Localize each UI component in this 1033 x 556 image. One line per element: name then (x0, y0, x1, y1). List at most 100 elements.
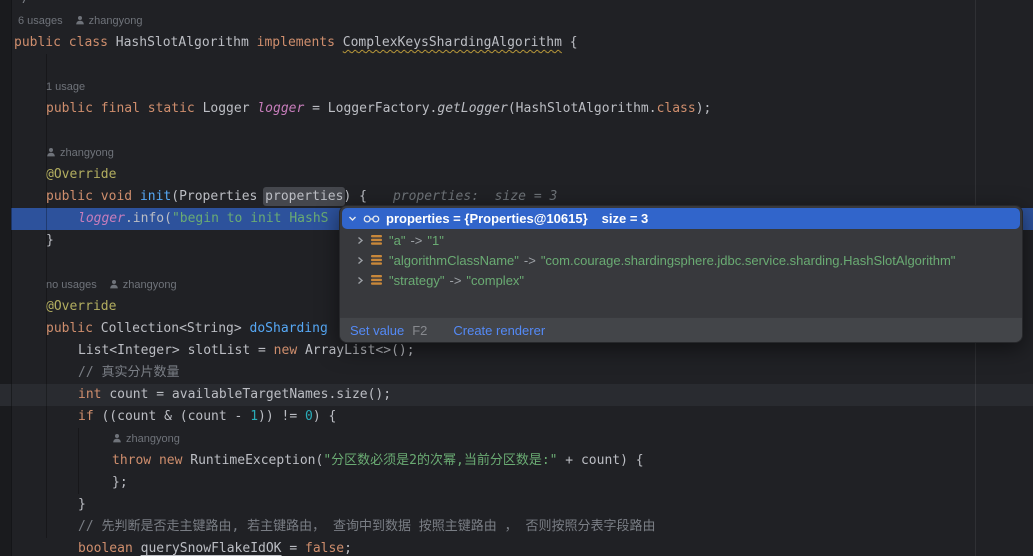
code-line[interactable]: // 真实分片数量 (0, 362, 1033, 384)
code-token: final (101, 101, 148, 116)
code-token: } (78, 497, 86, 512)
entry-key: "algorithmClassName" (389, 253, 519, 268)
code-token: false (305, 541, 344, 556)
code-token: public (46, 189, 101, 204)
code-line[interactable] (0, 54, 1033, 76)
variables-tree: "a"->"1""algorithmClassName"->"com.coura… (342, 230, 1020, 290)
create-renderer-link[interactable]: Create renderer (453, 323, 545, 338)
code-token: .info( (125, 211, 172, 226)
code-token: public (46, 321, 101, 336)
code-token: // 先判断是否走主键路由, 若主键路由， 查询中到数据 按照主键路由 ， 否则… (78, 519, 655, 534)
code-line[interactable]: int count = availableTargetNames.size(); (0, 384, 1033, 406)
gutter-border (11, 0, 12, 556)
code-token: getLogger (437, 101, 507, 116)
author-icon (109, 279, 119, 289)
debugger-evaluate-popup: properties = {Properties@10615} size = 3… (339, 205, 1023, 343)
code-line[interactable]: } (0, 494, 1033, 516)
entry-key: "strategy" (389, 273, 444, 288)
entry-value: "complex" (466, 273, 524, 288)
code-token: int (78, 387, 109, 402)
code-line[interactable]: */ (0, 0, 1033, 10)
set-value-link[interactable]: Set value (350, 323, 404, 338)
code-token: ((count & (count - (101, 409, 250, 424)
author-inlay[interactable]: zhangyong (75, 15, 143, 27)
code-line[interactable]: List<Integer> slotList = new ArrayList<>… (0, 340, 1033, 362)
watch-expression-row[interactable]: properties = {Properties@10615} size = 3 (342, 208, 1020, 229)
entry-key: "a" (389, 233, 405, 248)
code-token: Collection<String> (101, 321, 250, 336)
code-token: ; (344, 541, 352, 556)
code-line[interactable]: 6 usages zhangyong (0, 10, 1033, 32)
code-line[interactable]: }; (0, 472, 1033, 494)
code-token: HashSlotAlgorithm (116, 35, 257, 50)
code-token: init (140, 189, 171, 204)
code-line[interactable]: // 先判断是否走主键路由, 若主键路由， 查询中到数据 按照主键路由 ， 否则… (0, 516, 1033, 538)
watches-glasses-icon (363, 214, 380, 224)
usages-inlay[interactable]: 1 usage (46, 81, 85, 93)
code-token: @Override (46, 167, 116, 182)
code-token: 1 (250, 409, 258, 424)
chevron-right-icon[interactable] (356, 236, 364, 245)
variable-tree-row[interactable]: "strategy"->"complex" (342, 270, 1020, 290)
code-line[interactable]: public final static Logger logger = Logg… (0, 98, 1033, 120)
code-token: implements (257, 35, 343, 50)
code-token: boolean (78, 541, 141, 556)
code-token: + count) { (557, 453, 643, 468)
code-token: ) { (313, 409, 336, 424)
kv-pairs-icon (371, 255, 382, 265)
code-token: doSharding (250, 321, 328, 336)
code-token: public (46, 101, 101, 116)
code-line[interactable]: zhangyong (0, 142, 1033, 164)
author-inlay[interactable]: zhangyong (46, 147, 114, 159)
code-token: public (14, 35, 69, 50)
author-inlay[interactable]: zhangyong (112, 433, 180, 445)
indent-guide (78, 428, 79, 494)
code-line[interactable]: throw new RuntimeException("分区数必须是2的次幂,当… (0, 450, 1033, 472)
usages-inlay[interactable]: no usages (46, 279, 97, 291)
chevron-right-icon[interactable] (356, 276, 364, 285)
entry-arrow: -> (444, 273, 466, 288)
code-token: 0 (305, 409, 313, 424)
variable-tree-row[interactable]: "algorithmClassName"->"com.courage.shard… (342, 250, 1020, 270)
code-token: void (101, 189, 140, 204)
code-token: static (148, 101, 203, 116)
code-token: } (46, 233, 54, 248)
code-line[interactable]: 1 usage (0, 76, 1033, 98)
variable-tree-row[interactable]: "a"->"1" (342, 230, 1020, 250)
code-line[interactable] (0, 120, 1033, 142)
code-token: "分区数必须是2的次幂,当前分区数是:" (323, 453, 557, 468)
author-inlay[interactable]: zhangyong (109, 279, 177, 291)
code-token: */ (14, 0, 30, 6)
code-token: new (274, 343, 305, 358)
chevron-right-icon[interactable] (356, 256, 364, 265)
author-icon (112, 433, 122, 443)
watch-expression-text: properties = {Properties@10615} (386, 211, 588, 226)
code-token: ) { (343, 189, 366, 204)
code-line[interactable]: public class HashSlotAlgorithm implement… (0, 32, 1033, 54)
ide-editor-screen: */ 6 usages zhangyong public class HashSlot… (0, 0, 1033, 556)
popup-footer: Set value F2 Create renderer (340, 317, 1022, 342)
code-token: RuntimeException( (190, 453, 323, 468)
code-token: class (657, 101, 696, 116)
usages-inlay[interactable]: 6 usages (18, 15, 63, 27)
code-token: (HashSlotAlgorithm. (508, 101, 657, 116)
code-token: = LoggerFactory. (304, 101, 437, 116)
code-line[interactable]: @Override (0, 164, 1033, 186)
code-token: properties: size = 3 (393, 189, 557, 204)
code-line[interactable]: boolean querySnowFlakeIdOK = false; (0, 538, 1033, 556)
code-token: querySnowFlakeIdOK (141, 541, 282, 556)
code-token: count = availableTargetNames.size(); (109, 387, 391, 402)
code-token: = (282, 541, 305, 556)
entry-value: "1" (427, 233, 443, 248)
code-token: "begin to init HashS (172, 211, 329, 226)
chevron-down-icon[interactable] (348, 214, 357, 223)
code-line[interactable]: zhangyong (0, 428, 1033, 450)
code-token: logger (257, 101, 304, 116)
code-token: List<Integer> slotList = (78, 343, 274, 358)
entry-value: "com.courage.shardingsphere.jdbc.service… (541, 253, 956, 268)
kv-pairs-icon (371, 275, 382, 285)
code-line[interactable]: if ((count & (count - 1)) != 0) { (0, 406, 1033, 428)
code-token: throw (112, 453, 159, 468)
code-token: ComplexKeysShardingAlgorithm (343, 35, 562, 50)
code-token: ArrayList<>(); (305, 343, 415, 358)
